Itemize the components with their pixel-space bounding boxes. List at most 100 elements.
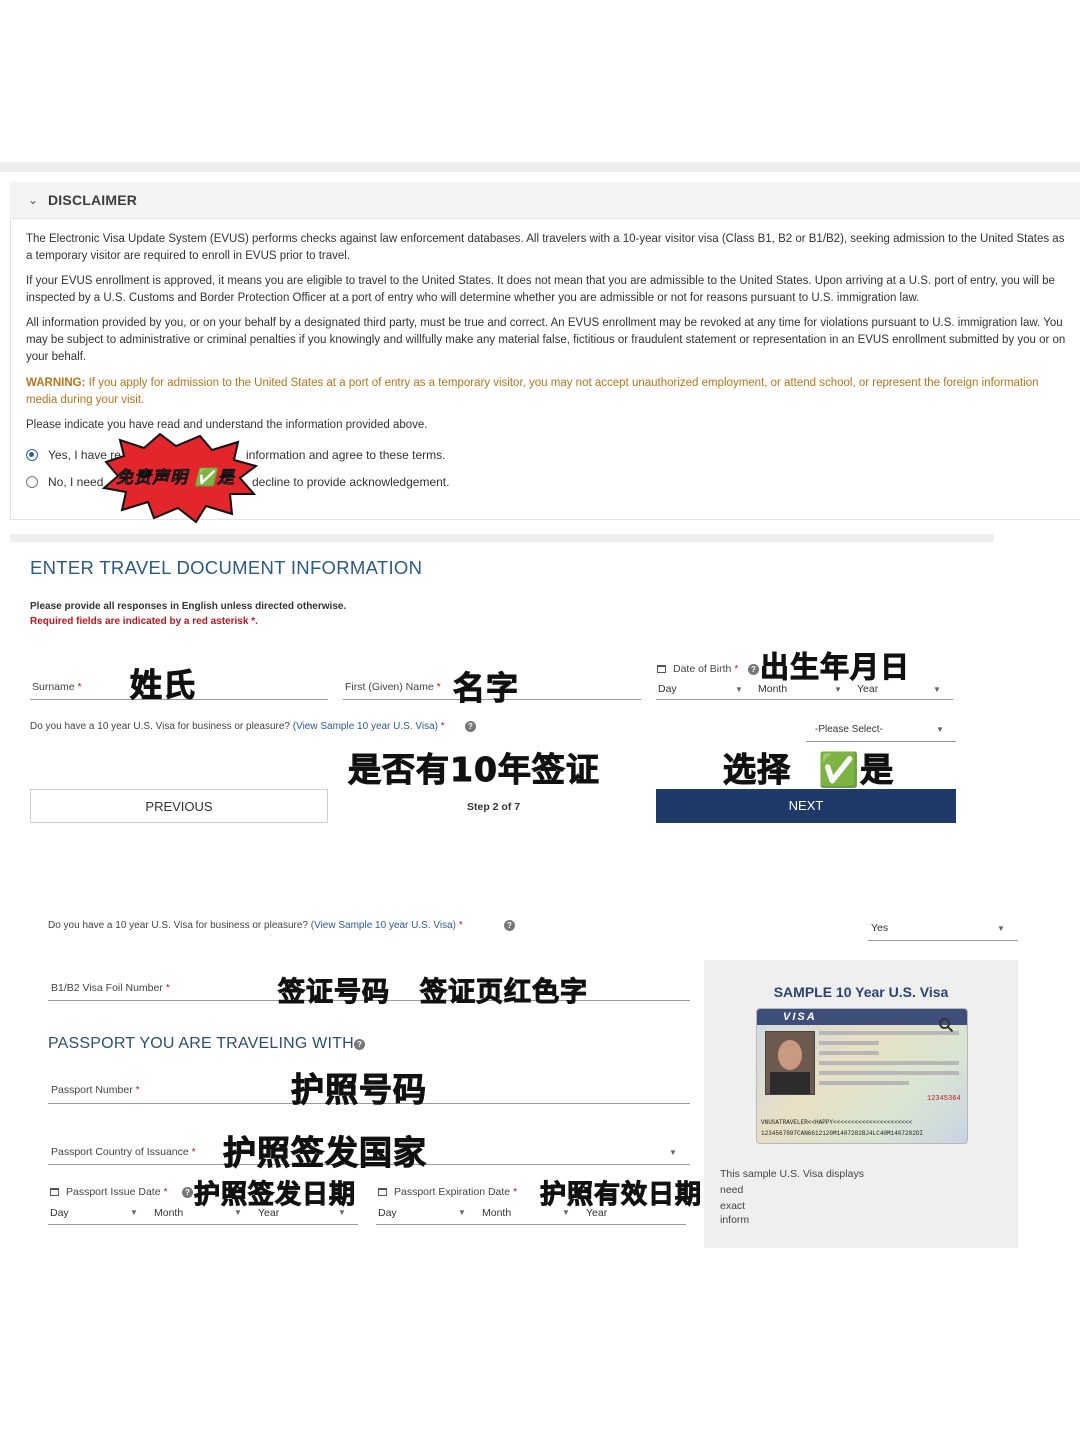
foil-number-label-text: B1/B2 Visa Foil Number xyxy=(51,982,163,994)
annotation-choose: 选择 xyxy=(723,750,791,790)
warning-text: If you apply for admission to the United… xyxy=(26,377,1039,406)
annotation-dob: 出生年月日 xyxy=(759,650,911,685)
view-sample-visa-link[interactable]: (View Sample 10 year U.S. Visa) xyxy=(293,721,438,732)
chevron-down-icon[interactable]: ⌄ xyxy=(28,193,38,207)
visa-select[interactable]: -Please Select- xyxy=(815,724,883,735)
visa-mrz-line-2: 1234567897CAN6612120M1407282BJ4LC40M1407… xyxy=(761,1130,924,1137)
next-button[interactable]: NEXT xyxy=(656,789,956,823)
annotation-expiry-date: 护照有效日期 xyxy=(539,1180,703,1211)
help-icon[interactable]: ? xyxy=(182,1187,193,1198)
chevron-down-icon: ▼ xyxy=(669,1148,677,1157)
annotation-surname: 姓氏 xyxy=(129,666,197,705)
expiry-year-select[interactable]: Year xyxy=(586,1207,607,1219)
visa-photo-face xyxy=(778,1040,802,1070)
visa-question: Do you have a 10 year U.S. Visa for busi… xyxy=(30,721,445,732)
visa-photo-shoulders xyxy=(770,1072,810,1094)
dob-day-select[interactable]: Day xyxy=(658,683,677,695)
disclaimer-paragraph-1: The Electronic Visa Update System (EVUS)… xyxy=(26,233,1065,262)
chevron-down-icon: ▼ xyxy=(234,1208,242,1217)
expiry-month-select[interactable]: Month xyxy=(482,1207,511,1219)
required-asterisk: * xyxy=(458,920,463,931)
radio-no[interactable] xyxy=(26,476,38,488)
passport-number-label-text: Passport Number xyxy=(51,1084,133,1096)
view-sample-visa-link[interactable]: (View Sample 10 year U.S. Visa) xyxy=(311,920,456,931)
radio-yes-label-end[interactable]: information and agree to these terms. xyxy=(246,448,445,462)
issue-year-select[interactable]: Year xyxy=(258,1207,279,1219)
annotation-given-name: 名字 xyxy=(452,669,520,708)
expiry-date-label: Passport Expiration Date * xyxy=(394,1186,517,1198)
visa-word: VISA xyxy=(783,1011,817,1023)
required-asterisk: * xyxy=(191,1146,196,1158)
english-note: Please provide all responses in English … xyxy=(30,601,347,612)
sample-caption-1: This sample U.S. Visa displays xyxy=(720,1168,864,1180)
visa-answer-select[interactable]: Yes xyxy=(871,922,888,934)
visa-text-line xyxy=(819,1081,909,1085)
top-divider xyxy=(0,162,1080,172)
sample-caption-2: need xyxy=(720,1184,744,1196)
chevron-down-icon: ▼ xyxy=(130,1208,138,1217)
step-indicator: Step 2 of 7 xyxy=(467,801,521,813)
surname-label: Surname * xyxy=(32,681,82,693)
required-asterisk: * xyxy=(436,681,441,693)
help-icon[interactable]: ? xyxy=(504,920,515,931)
dob-month-select[interactable]: Month xyxy=(758,683,787,695)
visa-answer-underline xyxy=(868,940,1018,941)
surname-label-text: Surname xyxy=(32,681,75,693)
visa-question-2-text: Do you have a 10 year U.S. Visa for busi… xyxy=(48,920,308,931)
travel-heading: ENTER TRAVEL DOCUMENT INFORMATION xyxy=(30,557,423,578)
zoom-icon[interactable] xyxy=(938,1017,954,1033)
dob-label-text: Date of Birth xyxy=(673,663,732,675)
visa-question-text: Do you have a 10 year U.S. Visa for busi… xyxy=(30,721,290,732)
visa-text-line xyxy=(819,1071,959,1075)
required-asterisk: * xyxy=(440,721,445,732)
given-name-label-text: First (Given) Name xyxy=(345,681,434,693)
previous-button[interactable]: PREVIOUS xyxy=(30,789,328,823)
expiry-date-label-text: Passport Expiration Date xyxy=(394,1186,511,1198)
required-asterisk: * xyxy=(77,681,82,693)
annotation-passport-number: 护照号码 xyxy=(291,1070,427,1110)
chevron-down-icon: ▼ xyxy=(458,1208,466,1217)
chevron-down-icon: ▼ xyxy=(338,1208,346,1217)
radio-no-label-start[interactable]: No, I need xyxy=(48,475,103,489)
foil-number-label: B1/B2 Visa Foil Number * xyxy=(51,982,170,994)
required-asterisk: * xyxy=(734,663,739,675)
annotation-issue-date: 护照签发日期 xyxy=(193,1180,357,1211)
sample-visa-image[interactable]: VISA 12345364 VNUSATRAVELER<<HAPPY<<<<<<… xyxy=(756,1008,968,1144)
chevron-down-icon: ▼ xyxy=(936,725,944,734)
required-asterisk: * xyxy=(163,1186,168,1198)
expiry-date-underline xyxy=(376,1224,686,1225)
chevron-down-icon: ▼ xyxy=(834,685,842,694)
required-asterisk: * xyxy=(513,1186,518,1198)
issue-day-select[interactable]: Day xyxy=(50,1207,69,1219)
issue-date-label-text: Passport Issue Date xyxy=(66,1186,161,1198)
given-name-label: First (Given) Name * xyxy=(345,681,441,693)
issue-month-select[interactable]: Month xyxy=(154,1207,183,1219)
dob-year-select[interactable]: Year xyxy=(857,683,878,695)
sample-caption-3: exact xyxy=(720,1200,746,1212)
radio-yes[interactable] xyxy=(26,449,38,461)
radio-no-label-end[interactable]: decline to provide acknowledgement. xyxy=(252,475,449,489)
issue-date-label: Passport Issue Date * xyxy=(66,1186,168,1198)
section-divider xyxy=(10,534,994,542)
chevron-down-icon: ▼ xyxy=(735,685,743,694)
disclaimer-paragraph-3: All information provided by you, or on y… xyxy=(26,317,1066,363)
expiry-day-select[interactable]: Day xyxy=(378,1207,397,1219)
help-icon[interactable]: ? xyxy=(748,664,759,675)
disclaimer-paragraph-2: If your EVUS enrollment is approved, it … xyxy=(26,275,1055,304)
visa-text-line xyxy=(819,1061,959,1065)
disclaimer-title: DISCLAIMER xyxy=(48,192,138,208)
annotation-foil: 签证号码 xyxy=(278,977,390,1009)
required-asterisk: * xyxy=(135,1084,140,1096)
help-icon[interactable]: ? xyxy=(465,721,476,732)
help-icon[interactable]: ? xyxy=(354,1039,365,1050)
annotation-country: 护照签发国家 xyxy=(223,1133,427,1173)
calendar-icon xyxy=(378,1188,387,1196)
disclaimer-header[interactable] xyxy=(10,182,1080,219)
chevron-down-icon: ▼ xyxy=(997,924,1005,933)
required-note: Required fields are indicated by a red a… xyxy=(30,616,258,627)
annotation-visa-question: 是否有10年签证 xyxy=(348,750,600,790)
issue-date-underline xyxy=(48,1224,358,1225)
calendar-icon xyxy=(657,665,666,673)
sample-visa-title: SAMPLE 10 Year U.S. Visa xyxy=(773,984,949,1000)
chevron-down-icon: ▼ xyxy=(562,1208,570,1217)
